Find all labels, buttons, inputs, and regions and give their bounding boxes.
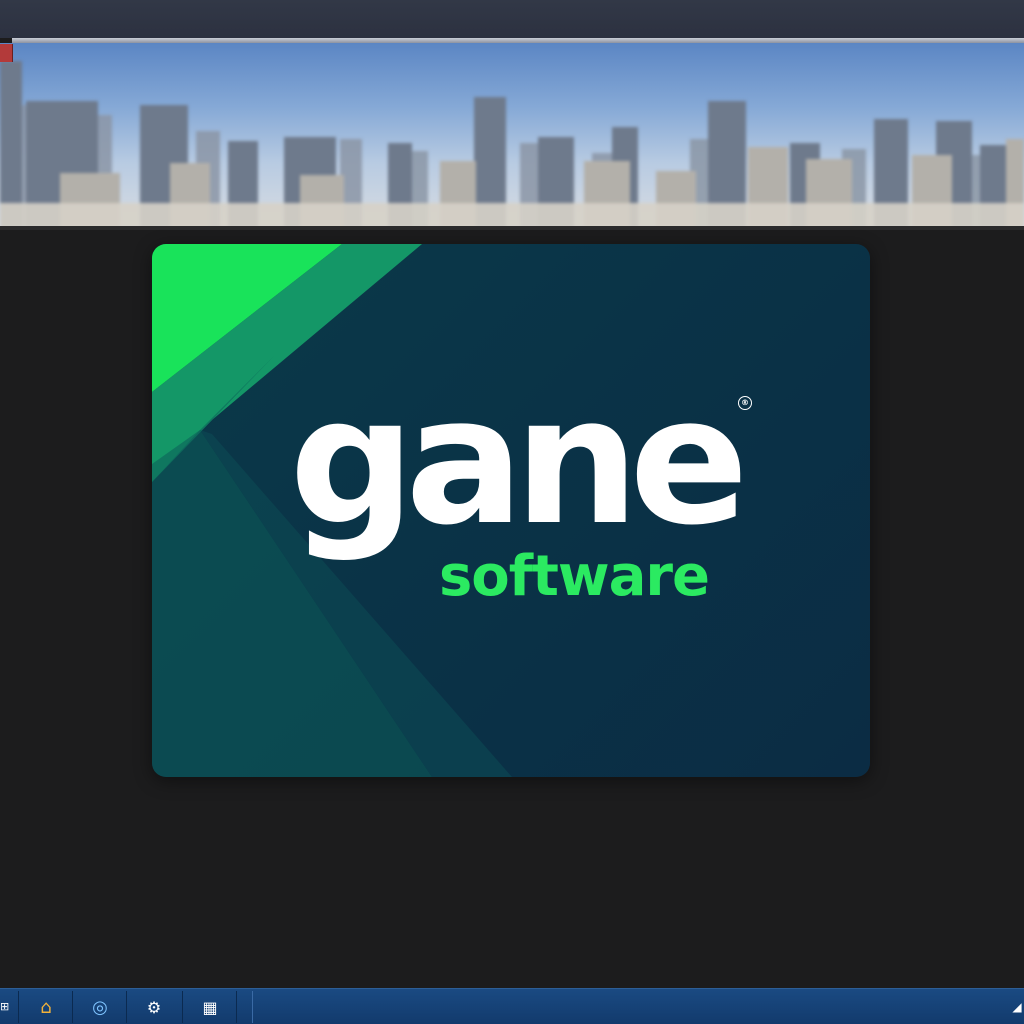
taskbar-calculator-button[interactable]: ▦: [186, 989, 234, 1024]
desktop-screen: gane ® software ⊞ ⌂ ◎ ⚙ ▦ ◢: [0, 0, 1024, 1024]
browser-icon: ◎: [92, 996, 108, 1018]
start-button[interactable]: ⊞: [0, 997, 18, 1017]
splash-logo-card: gane ® software: [152, 244, 870, 777]
taskbar-settings-button[interactable]: ⚙: [130, 989, 178, 1024]
logo-wordmark: gane: [289, 359, 748, 564]
home-icon: ⌂: [40, 996, 52, 1018]
window-app-icon[interactable]: [0, 44, 13, 62]
taskbar-separator: [72, 991, 73, 1023]
window-title-bar[interactable]: [0, 0, 1024, 38]
show-desktop-button[interactable]: ◢: [1010, 991, 1024, 1023]
taskbar-separator: [236, 991, 237, 1023]
calculator-icon: ▦: [202, 997, 218, 1017]
taskbar-home-button[interactable]: ⌂: [22, 989, 70, 1024]
banner-divider: [0, 226, 1024, 230]
taskbar-separator: [18, 991, 19, 1023]
taskbar-separator: [252, 991, 253, 1023]
settings-icon: ⚙: [146, 997, 162, 1017]
taskbar-separator: [182, 991, 183, 1023]
registered-mark-icon: ®: [738, 396, 752, 410]
logo-subtitle: software: [438, 544, 710, 609]
taskbar-browser-button[interactable]: ◎: [76, 989, 124, 1024]
tray-corner-icon: ◢: [1012, 1000, 1022, 1014]
city-skyline-banner: [0, 43, 1024, 228]
taskbar-separator: [126, 991, 127, 1023]
taskbar: ⊞ ⌂ ◎ ⚙ ▦ ◢: [0, 988, 1024, 1024]
